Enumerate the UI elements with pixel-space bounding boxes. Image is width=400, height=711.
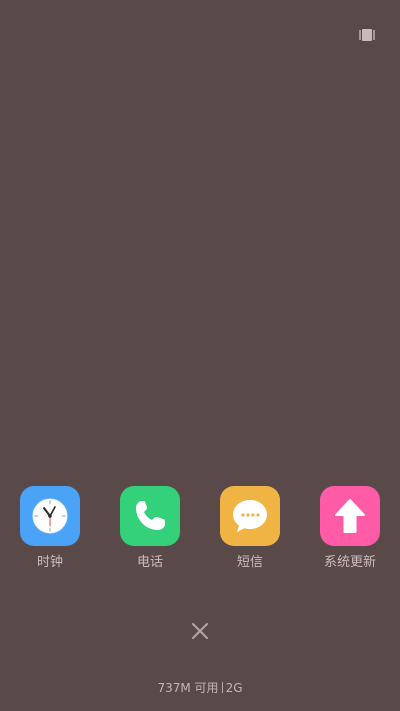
memory-available: 737M 可用 xyxy=(157,681,219,695)
close-button[interactable] xyxy=(189,620,211,642)
app-messages[interactable]: 短信 xyxy=(200,486,300,586)
memory-total: 2G xyxy=(225,681,243,695)
phone-icon xyxy=(120,486,180,546)
status-divider xyxy=(221,682,223,693)
app-label-phone: 电话 xyxy=(136,555,163,570)
message-icon xyxy=(220,486,280,546)
multitask-icon[interactable] xyxy=(359,26,375,41)
recent-apps-row: 时钟 电话 短信 系统更新 xyxy=(0,486,400,586)
app-label-system-update: 系统更新 xyxy=(323,555,376,570)
app-label-messages: 短信 xyxy=(236,555,263,570)
recent-apps-screen: 时钟 电话 短信 系统更新 737M 可用 2G xyxy=(0,0,400,711)
clock-icon xyxy=(20,486,80,546)
upload-arrow-icon xyxy=(320,486,380,546)
close-icon xyxy=(192,623,208,639)
app-phone[interactable]: 电话 xyxy=(100,486,200,586)
app-system-update[interactable]: 系统更新 xyxy=(300,486,400,586)
app-clock[interactable]: 时钟 xyxy=(0,486,100,586)
memory-status: 737M 可用 2G xyxy=(0,680,400,696)
app-label-clock: 时钟 xyxy=(36,555,63,570)
